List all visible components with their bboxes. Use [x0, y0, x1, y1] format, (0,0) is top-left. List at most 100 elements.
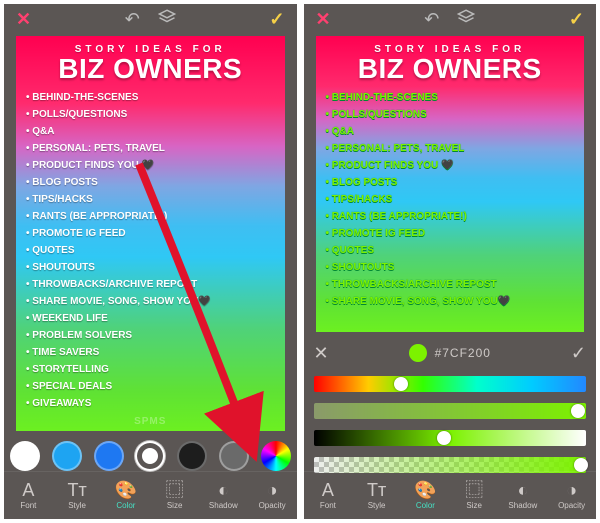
color-swatch[interactable]	[177, 441, 207, 471]
bullet-item: QUOTES	[326, 242, 575, 259]
bullet-item: PROMOTE IG FEED	[326, 225, 575, 242]
hue-slider[interactable]	[314, 376, 587, 392]
style-icon: Tᴛ	[367, 481, 386, 499]
color-icon: 🎨	[414, 481, 436, 499]
bullet-item: PERSONAL: PETS, TRAVEL	[326, 140, 575, 157]
bottom-tab-bar: AFont Tᴛ Style 🎨 Color ⿴ Size ◐ Shadow ◑ Opacity	[304, 471, 597, 519]
tab-color[interactable]: 🎨 Color	[401, 472, 450, 519]
layers-icon[interactable]	[457, 8, 475, 31]
editor-screen-right: ✕ ↶ ✓ STORY IDEAS FOR BIZ OWNERS BEHIND-…	[304, 4, 597, 519]
close-picker-icon[interactable]: ✕	[314, 343, 329, 364]
tab-label: Opacity	[259, 501, 286, 510]
bullet-item: GIVEAWAYS	[26, 395, 275, 412]
tab-opacity[interactable]: ◑ Opacity	[248, 472, 297, 519]
bullet-item: POLLS/QUESTIONS	[26, 106, 275, 123]
color-picker-panel: ✕ #7CF200 ✓	[304, 332, 597, 473]
bullet-item: PROMOTE IG FEED	[26, 225, 275, 242]
canvas-title: BIZ OWNERS	[26, 55, 275, 83]
tab-label: Size	[466, 501, 482, 510]
bullet-item: PRODUCT FINDS YOU 🖤	[326, 157, 575, 174]
bullet-item: STORYTELLING	[26, 361, 275, 378]
bullet-item: PRODUCT FINDS YOU 🖤	[26, 157, 275, 174]
design-canvas[interactable]: STORY IDEAS FOR BIZ OWNERS BEHIND-THE-SC…	[16, 36, 285, 431]
bullet-item: QUOTES	[26, 242, 275, 259]
bullet-item: SPECIAL DEALS	[26, 378, 275, 395]
bullet-item: RANTS (BE APPROPRIATE!)	[326, 208, 575, 225]
tab-font[interactable]: A Font	[4, 472, 53, 519]
layers-icon[interactable]	[158, 8, 176, 31]
bullet-item: TIME SAVERS	[26, 344, 275, 361]
color-swatch[interactable]	[10, 441, 40, 471]
design-canvas[interactable]: STORY IDEAS FOR BIZ OWNERS BEHIND-THE-SC…	[316, 36, 585, 332]
close-icon[interactable]: ✕	[16, 9, 31, 30]
bullet-item: BLOG POSTS	[26, 174, 275, 191]
color-swatch[interactable]	[135, 441, 165, 471]
bullet-item: BLOG POSTS	[326, 174, 575, 191]
bullet-list: BEHIND-THE-SCENESPOLLS/QUESTIONSQ&APERSO…	[26, 89, 275, 412]
tab-size[interactable]: ⿴ Size	[150, 472, 199, 519]
tab-label: Shadow	[508, 501, 537, 510]
font-icon: A	[22, 481, 34, 499]
tab-label: Shadow	[209, 501, 238, 510]
size-icon: ⿴	[465, 481, 483, 499]
bullet-item: BEHIND-THE-SCENES	[26, 89, 275, 106]
bullet-item: Q&A	[26, 123, 275, 140]
tab-label: Style	[68, 501, 86, 510]
color-swatch[interactable]	[52, 441, 82, 471]
opacity-icon: ◑	[566, 481, 577, 499]
tab-shadow[interactable]: ◐ Shadow	[199, 472, 248, 519]
tab-opacity[interactable]: ◑ Opacity	[547, 472, 596, 519]
confirm-icon[interactable]: ✓	[269, 9, 284, 30]
tab-label: Size	[167, 501, 183, 510]
bullet-item: Q&A	[326, 123, 575, 140]
confirm-picker-icon[interactable]: ✓	[571, 343, 586, 364]
color-swatch[interactable]	[219, 441, 249, 471]
canvas-title: BIZ OWNERS	[326, 55, 575, 83]
top-bar: ✕ ↶ ✓	[304, 4, 597, 34]
tab-label: Opacity	[558, 501, 585, 510]
bullet-item: SHARE MOVIE, SONG, SHOW YOU🖤	[26, 293, 275, 310]
size-icon: ⿴	[166, 481, 184, 499]
bullet-item: RANTS (BE APPROPRIATE!)	[26, 208, 275, 225]
color-swatch[interactable]	[94, 441, 124, 471]
bullet-item: SHOUTOUTS	[26, 259, 275, 276]
shadow-icon: ◐	[218, 481, 229, 499]
undo-icon[interactable]: ↶	[125, 9, 140, 30]
opacity-icon: ◑	[267, 481, 278, 499]
bullet-item: BEHIND-THE-SCENES	[326, 89, 575, 106]
bullet-item: THROWBACKS/ARCHIVE REPOST	[26, 276, 275, 293]
close-icon[interactable]: ✕	[316, 9, 331, 30]
tab-label: Style	[368, 501, 386, 510]
style-icon: Tᴛ	[68, 481, 87, 499]
current-color-swatch	[409, 344, 427, 362]
tab-style[interactable]: Tᴛ Style	[53, 472, 102, 519]
tab-font[interactable]: AFont	[304, 472, 353, 519]
tab-shadow[interactable]: ◐ Shadow	[499, 472, 548, 519]
color-icon: 🎨	[115, 481, 137, 499]
tab-size[interactable]: ⿴ Size	[450, 472, 499, 519]
shadow-icon: ◐	[517, 481, 528, 499]
tab-label: Font	[320, 501, 336, 510]
bullet-item: WEEKEND LIFE	[26, 310, 275, 327]
bottom-tab-bar: A Font Tᴛ Style 🎨 Color ⿴ Size ◐ Shadow ◑ Opacity	[4, 471, 297, 519]
tab-color[interactable]: 🎨 Color	[102, 472, 151, 519]
watermark: SPMS	[134, 416, 166, 427]
bullet-item: TIPS/HACKS	[26, 191, 275, 208]
bullet-item: TIPS/HACKS	[326, 191, 575, 208]
tab-label: Color	[416, 501, 435, 510]
saturation-slider[interactable]	[314, 403, 587, 419]
lightness-slider[interactable]	[314, 430, 587, 446]
bullet-item: POLLS/QUESTIONS	[326, 106, 575, 123]
confirm-icon[interactable]: ✓	[569, 9, 584, 30]
tab-label: Color	[116, 501, 135, 510]
top-bar: ✕ ↶ ✓	[4, 4, 297, 34]
bullet-item: PERSONAL: PETS, TRAVEL	[26, 140, 275, 157]
tab-style[interactable]: Tᴛ Style	[352, 472, 401, 519]
bullet-item: SHARE MOVIE, SONG, SHOW YOU🖤	[326, 293, 575, 310]
bullet-item: SHOUTOUTS	[326, 259, 575, 276]
editor-screen-left: ✕ ↶ ✓ STORY IDEAS FOR BIZ OWNERS BEHIND-…	[4, 4, 297, 519]
tab-label: Font	[20, 501, 36, 510]
bullet-item: PROBLEM SOLVERS	[26, 327, 275, 344]
undo-icon[interactable]: ↶	[424, 9, 439, 30]
color-wheel-button[interactable]	[261, 441, 291, 471]
